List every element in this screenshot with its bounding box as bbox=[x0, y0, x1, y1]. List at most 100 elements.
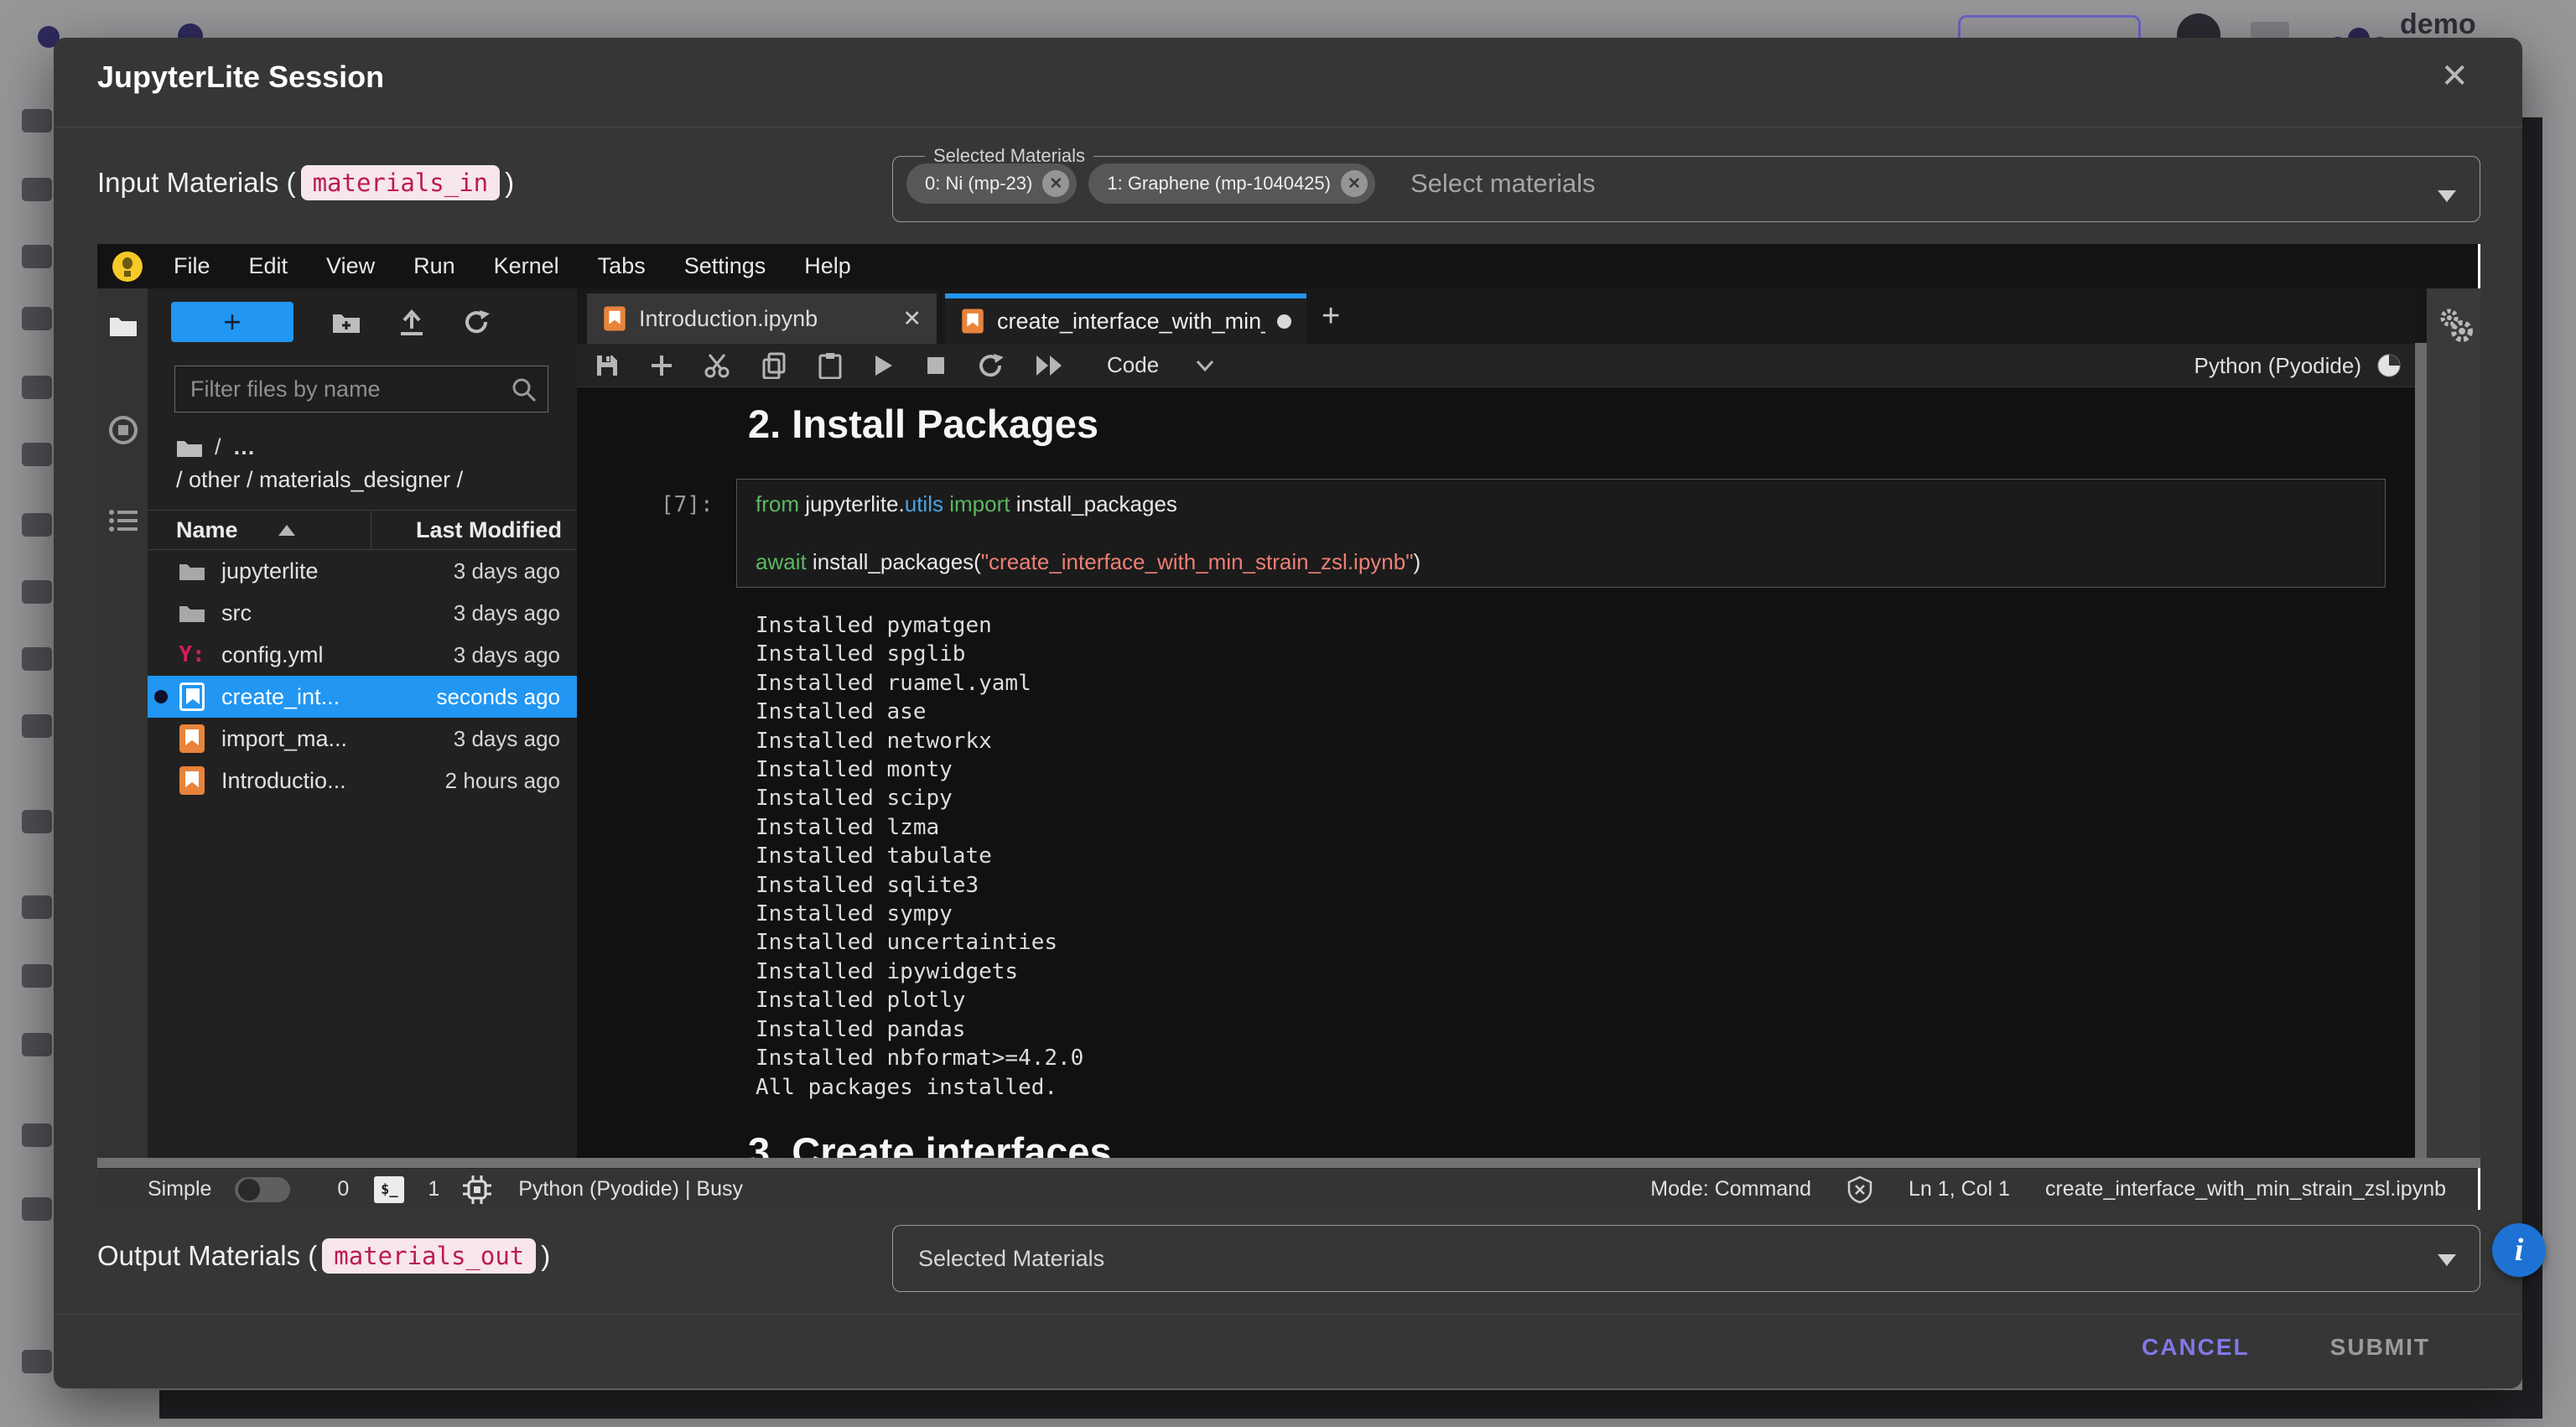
kernel-name: Python (Pyodide) bbox=[2194, 353, 2361, 379]
horizontal-scrollbar[interactable] bbox=[97, 1158, 2480, 1168]
terminal-icon[interactable]: $_ bbox=[374, 1176, 404, 1203]
chip-remove-icon[interactable]: ✕ bbox=[1042, 170, 1069, 197]
menu-item-run[interactable]: Run bbox=[394, 253, 475, 279]
command-mode-indicator[interactable]: Mode: Command bbox=[1650, 1177, 1811, 1201]
file-row-src[interactable]: src3 days ago bbox=[148, 592, 577, 634]
breadcrumb-ellipsis[interactable]: … bbox=[233, 434, 258, 460]
cell-type-select[interactable]: Code bbox=[1107, 352, 1214, 378]
file-modified: 3 days ago bbox=[384, 600, 577, 626]
input-materials-label: Input Materials ( materials_in ) bbox=[97, 165, 514, 200]
menu-item-help[interactable]: Help bbox=[785, 253, 870, 279]
column-last-modified[interactable]: Last Modified bbox=[371, 511, 577, 549]
new-launcher-button[interactable]: + bbox=[171, 302, 293, 342]
material-chip[interactable]: 1: Graphene (mp-1040425)✕ bbox=[1088, 163, 1375, 204]
output-line: All packages installed. bbox=[756, 1073, 2415, 1102]
file-modified: seconds ago bbox=[384, 684, 577, 710]
menu-item-file[interactable]: File bbox=[154, 253, 230, 279]
breadcrumb-current-path[interactable]: / other / materials_designer / bbox=[176, 467, 577, 493]
output-line: Installed pymatgen bbox=[756, 611, 2415, 640]
menu-item-edit[interactable]: Edit bbox=[230, 253, 308, 279]
output-line: Installed sympy bbox=[756, 900, 2415, 928]
copy-cell-icon[interactable] bbox=[761, 352, 787, 379]
menu-item-settings[interactable]: Settings bbox=[665, 253, 786, 279]
simple-mode-toggle[interactable] bbox=[235, 1177, 290, 1202]
selected-materials-field[interactable]: Selected Materials 0: Ni (mp-23)✕1: Grap… bbox=[892, 145, 2480, 222]
output-line: Installed nbformat>=4.2.0 bbox=[756, 1044, 2415, 1072]
output-line: Installed lzma bbox=[756, 813, 2415, 842]
folder-icon[interactable] bbox=[176, 438, 203, 458]
kernel-chip-icon[interactable] bbox=[463, 1175, 491, 1204]
background-sidebar-icon bbox=[22, 513, 52, 537]
code-line: from jupyterlite.utils import install_pa… bbox=[756, 490, 2366, 519]
vertical-scrollbar[interactable] bbox=[2415, 343, 2427, 1158]
close-icon[interactable]: ✕ bbox=[2440, 60, 2469, 93]
background-sidebar-icon bbox=[22, 1350, 52, 1373]
code-cell[interactable]: from jupyterlite.utils import install_pa… bbox=[736, 479, 2386, 588]
menu-item-tabs[interactable]: Tabs bbox=[579, 253, 665, 279]
output-materials-select[interactable]: Selected Materials bbox=[892, 1225, 2480, 1292]
info-button[interactable]: i bbox=[2492, 1223, 2546, 1277]
refresh-icon[interactable] bbox=[463, 309, 490, 335]
file-row-jupyterlite[interactable]: jupyterlite3 days ago bbox=[148, 550, 577, 592]
column-name[interactable]: Name bbox=[148, 517, 371, 543]
cut-cell-icon[interactable] bbox=[704, 353, 730, 378]
file-browser-tab-icon[interactable] bbox=[109, 314, 138, 337]
file-row-import-ma-[interactable]: import_ma...3 days ago bbox=[148, 718, 577, 760]
stop-kernel-icon[interactable] bbox=[926, 355, 946, 376]
property-inspector-icon[interactable] bbox=[2437, 307, 2474, 344]
kernel-busy-icon bbox=[2376, 353, 2402, 378]
output-line: Installed ipywidgets bbox=[756, 957, 2415, 986]
background-sidebar-icon bbox=[22, 964, 52, 988]
background-content-edge-bottom bbox=[159, 1390, 2526, 1419]
file-row-config-yml[interactable]: Y:config.yml3 days ago bbox=[148, 634, 577, 676]
file-modified: 2 hours ago bbox=[384, 768, 577, 794]
restart-kernel-icon[interactable] bbox=[978, 353, 1003, 378]
new-folder-icon[interactable] bbox=[332, 309, 361, 335]
file-name: Introductio... bbox=[208, 768, 384, 794]
notebook-file-icon bbox=[176, 682, 208, 711]
material-chips: 0: Ni (mp-23)✕ 1: Graphene (mp-1040425)✕ bbox=[906, 163, 1387, 204]
material-chip[interactable]: 0: Ni (mp-23)✕ bbox=[906, 163, 1077, 204]
column-name-label: Name bbox=[176, 517, 238, 543]
menu-item-view[interactable]: View bbox=[307, 253, 394, 279]
cancel-button[interactable]: CANCEL bbox=[2142, 1334, 2250, 1361]
file-row-create-int-[interactable]: create_int...seconds ago bbox=[148, 676, 577, 718]
background-sidebar-icon bbox=[22, 245, 52, 268]
submit-button[interactable]: SUBMIT bbox=[2330, 1334, 2430, 1361]
output-line: Installed ase bbox=[756, 698, 2415, 726]
jupyterlite-logo-icon bbox=[112, 252, 143, 282]
chip-remove-icon[interactable]: ✕ bbox=[1341, 170, 1368, 197]
running-kernels-tab-icon[interactable] bbox=[109, 416, 138, 444]
breadcrumb-root[interactable]: / bbox=[215, 434, 221, 460]
output-line: Installed spglib bbox=[756, 640, 2415, 668]
paste-cell-icon[interactable] bbox=[818, 352, 842, 379]
tab-introduction-ipynb[interactable]: Introduction.ipynb ✕ bbox=[587, 293, 937, 344]
menu-item-kernel[interactable]: Kernel bbox=[475, 253, 579, 279]
tab-close-icon[interactable]: ✕ bbox=[902, 306, 922, 332]
file-browser-panel: + bbox=[148, 288, 577, 1158]
trust-shield-icon[interactable] bbox=[1846, 1175, 1873, 1204]
save-icon[interactable] bbox=[595, 354, 619, 377]
output-line: Installed pandas bbox=[756, 1015, 2415, 1044]
cursor-position[interactable]: Ln 1, Col 1 bbox=[1909, 1177, 2010, 1201]
code-cell-wrapper: [7]: from jupyterlite.utils import insta… bbox=[577, 479, 2415, 588]
file-row-introductio-[interactable]: Introductio...2 hours ago bbox=[148, 760, 577, 802]
tab-create-interface[interactable]: create_interface_with_min_ bbox=[945, 293, 1306, 344]
add-tab-button[interactable]: + bbox=[1322, 298, 1340, 335]
insert-cell-icon[interactable] bbox=[651, 355, 673, 376]
upload-icon[interactable] bbox=[399, 309, 424, 335]
chevron-down-icon[interactable] bbox=[2438, 190, 2456, 202]
filter-files-input[interactable] bbox=[175, 366, 548, 412]
table-of-contents-tab-icon[interactable] bbox=[109, 508, 138, 533]
material-chips-row: 0: Ni (mp-23)✕1: Graphene (mp-1040425)✕ … bbox=[906, 163, 2480, 204]
output-materials-suffix: ) bbox=[541, 1240, 550, 1272]
breadcrumb: / … bbox=[176, 434, 577, 460]
status-bar: Simple 0 $_ 1 Python (Pyodide) | Busy Mo… bbox=[97, 1168, 2478, 1210]
run-cell-icon[interactable] bbox=[874, 354, 894, 377]
file-modified: 3 days ago bbox=[384, 726, 577, 752]
run-all-cells-icon[interactable] bbox=[1035, 355, 1063, 376]
notebook-scroll-area[interactable]: 2. Install Packages [7]: from jupyterlit… bbox=[577, 387, 2415, 1158]
kernel-status-text[interactable]: Python (Pyodide) | Busy bbox=[518, 1177, 743, 1201]
output-select-label: Selected Materials bbox=[918, 1246, 1104, 1272]
kernel-indicator[interactable]: Python (Pyodide) bbox=[2194, 344, 2402, 387]
